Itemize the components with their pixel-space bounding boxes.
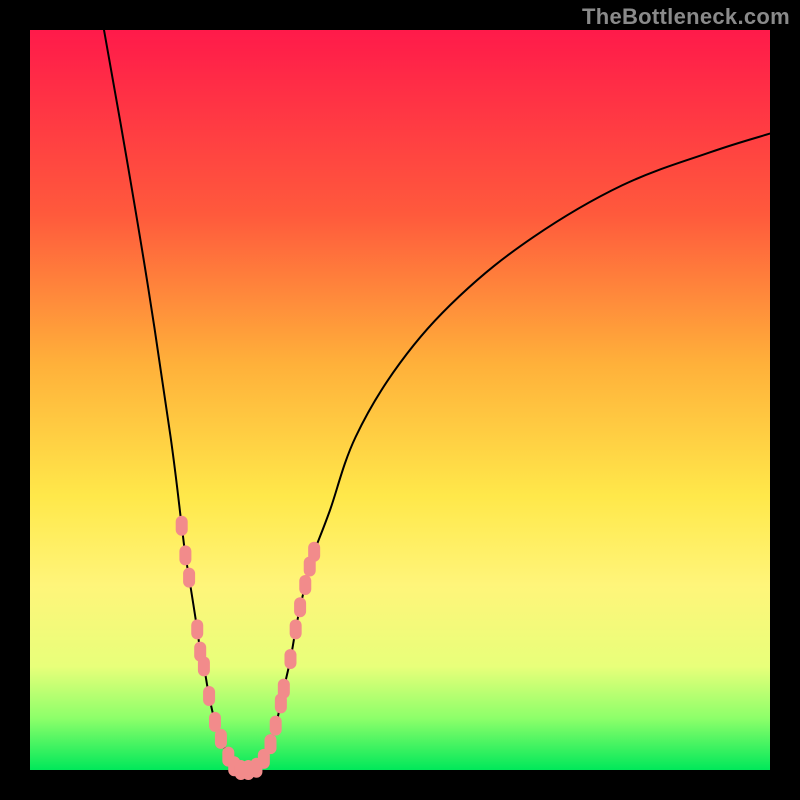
data-marker <box>290 619 302 639</box>
data-marker <box>284 649 296 669</box>
data-marker <box>179 545 191 565</box>
data-marker <box>198 656 210 676</box>
data-marker <box>270 716 282 736</box>
chart-frame: TheBottleneck.com <box>0 0 800 800</box>
data-marker <box>265 734 277 754</box>
data-marker <box>299 575 311 595</box>
data-marker <box>308 542 320 562</box>
data-marker <box>176 516 188 536</box>
data-marker <box>203 686 215 706</box>
data-marker <box>183 568 195 588</box>
plot-area <box>30 30 770 770</box>
watermark-text: TheBottleneck.com <box>582 4 790 30</box>
curve-layer <box>30 30 770 770</box>
data-markers <box>176 516 320 780</box>
data-marker <box>209 712 221 732</box>
data-marker <box>278 679 290 699</box>
data-marker <box>294 597 306 617</box>
data-marker <box>191 619 203 639</box>
data-marker <box>215 729 227 749</box>
